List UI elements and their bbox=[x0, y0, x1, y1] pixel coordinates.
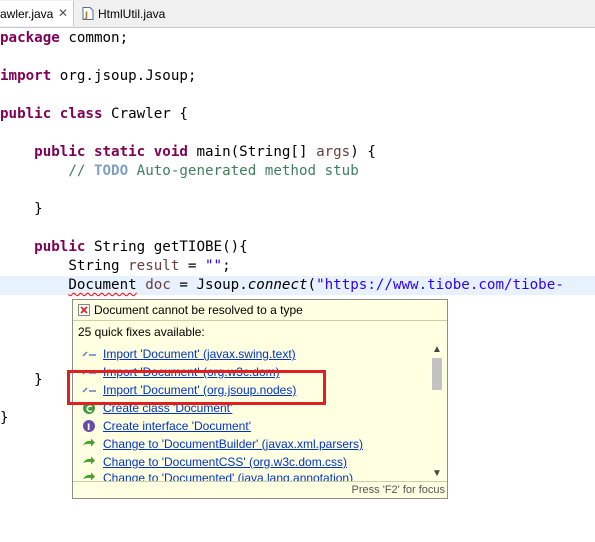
interface-icon: I bbox=[81, 419, 97, 433]
scroll-up-icon[interactable]: ▲ bbox=[431, 344, 443, 356]
quick-fix-label[interactable]: Change to 'DocumentBuilder' (javax.xml.p… bbox=[103, 437, 363, 451]
close-tab-icon[interactable]: ✕ bbox=[56, 6, 70, 20]
error-icon bbox=[78, 304, 90, 316]
code-line: } bbox=[34, 201, 43, 217]
tab-htmlutil-java[interactable]: J HtmlUtil.java bbox=[76, 1, 176, 26]
current-code-line: Document doc = Jsoup.connect("https://ww… bbox=[0, 276, 595, 295]
quick-fix-label[interactable]: Change to 'DocumentCSS' (org.w3c.dom.css… bbox=[103, 455, 347, 469]
quick-fix-import-javax-swing[interactable]: Import 'Document' (javax.swing.text) bbox=[81, 345, 296, 363]
java-file-icon: J bbox=[82, 7, 94, 20]
import-icon bbox=[81, 347, 97, 361]
quick-fix-change-documented[interactable]: Change to 'Documented' (java.lang.annota… bbox=[81, 471, 353, 481]
change-icon bbox=[81, 437, 97, 451]
tab-crawler-java[interactable]: rawler.java ✕ bbox=[0, 1, 74, 26]
code-line: import org.jsoup.Jsoup; bbox=[0, 68, 197, 84]
code-line: } bbox=[34, 372, 43, 388]
svg-text:C: C bbox=[86, 405, 93, 415]
quick-fix-change-documentbuilder[interactable]: Change to 'DocumentBuilder' (javax.xml.p… bbox=[81, 435, 363, 453]
quick-fix-count: 25 quick fixes available: bbox=[78, 325, 205, 339]
scroll-down-icon[interactable]: ▼ bbox=[431, 468, 443, 480]
quick-fix-label[interactable]: Change to 'Documented' (java.lang.annota… bbox=[103, 471, 353, 481]
error-underlined-token: Document bbox=[68, 277, 137, 293]
code-line: package common; bbox=[0, 30, 129, 46]
code-line: } bbox=[0, 410, 9, 426]
change-icon bbox=[81, 455, 97, 469]
annotation-highlight-box bbox=[67, 370, 326, 405]
svg-text:J: J bbox=[84, 11, 88, 20]
divider bbox=[73, 481, 447, 482]
scrollbar-thumb[interactable] bbox=[432, 358, 442, 390]
code-line: String result = ""; bbox=[68, 258, 231, 274]
popup-footer-hint: Press 'F2' for focus bbox=[351, 484, 445, 496]
popup-title-text: Document cannot be resolved to a type bbox=[94, 303, 303, 317]
quick-fix-scrollbar[interactable]: ▲ ▼ bbox=[429, 344, 445, 480]
code-line: public String getTIOBE(){ bbox=[34, 239, 248, 255]
quick-fix-label[interactable]: Import 'Document' (javax.swing.text) bbox=[103, 347, 296, 361]
tab-label: rawler.java bbox=[0, 6, 54, 21]
quick-fix-label[interactable]: Create interface 'Document' bbox=[103, 419, 251, 433]
code-line: // TODO Auto-generated method stub bbox=[68, 163, 359, 179]
svg-text:I: I bbox=[87, 423, 90, 433]
quick-fix-change-documentcss[interactable]: Change to 'DocumentCSS' (org.w3c.dom.css… bbox=[81, 453, 347, 471]
code-line: public static void main(String[] args) { bbox=[34, 144, 376, 160]
tab-label: HtmlUtil.java bbox=[98, 6, 166, 21]
change-icon bbox=[81, 471, 97, 481]
quick-fix-create-interface[interactable]: I Create interface 'Document' bbox=[81, 417, 251, 435]
editor-tab-bar: rawler.java ✕ J HtmlUtil.java bbox=[0, 0, 595, 28]
divider bbox=[73, 320, 447, 321]
popup-title: Document cannot be resolved to a type bbox=[73, 300, 447, 320]
code-line: public class Crawler { bbox=[0, 106, 188, 122]
